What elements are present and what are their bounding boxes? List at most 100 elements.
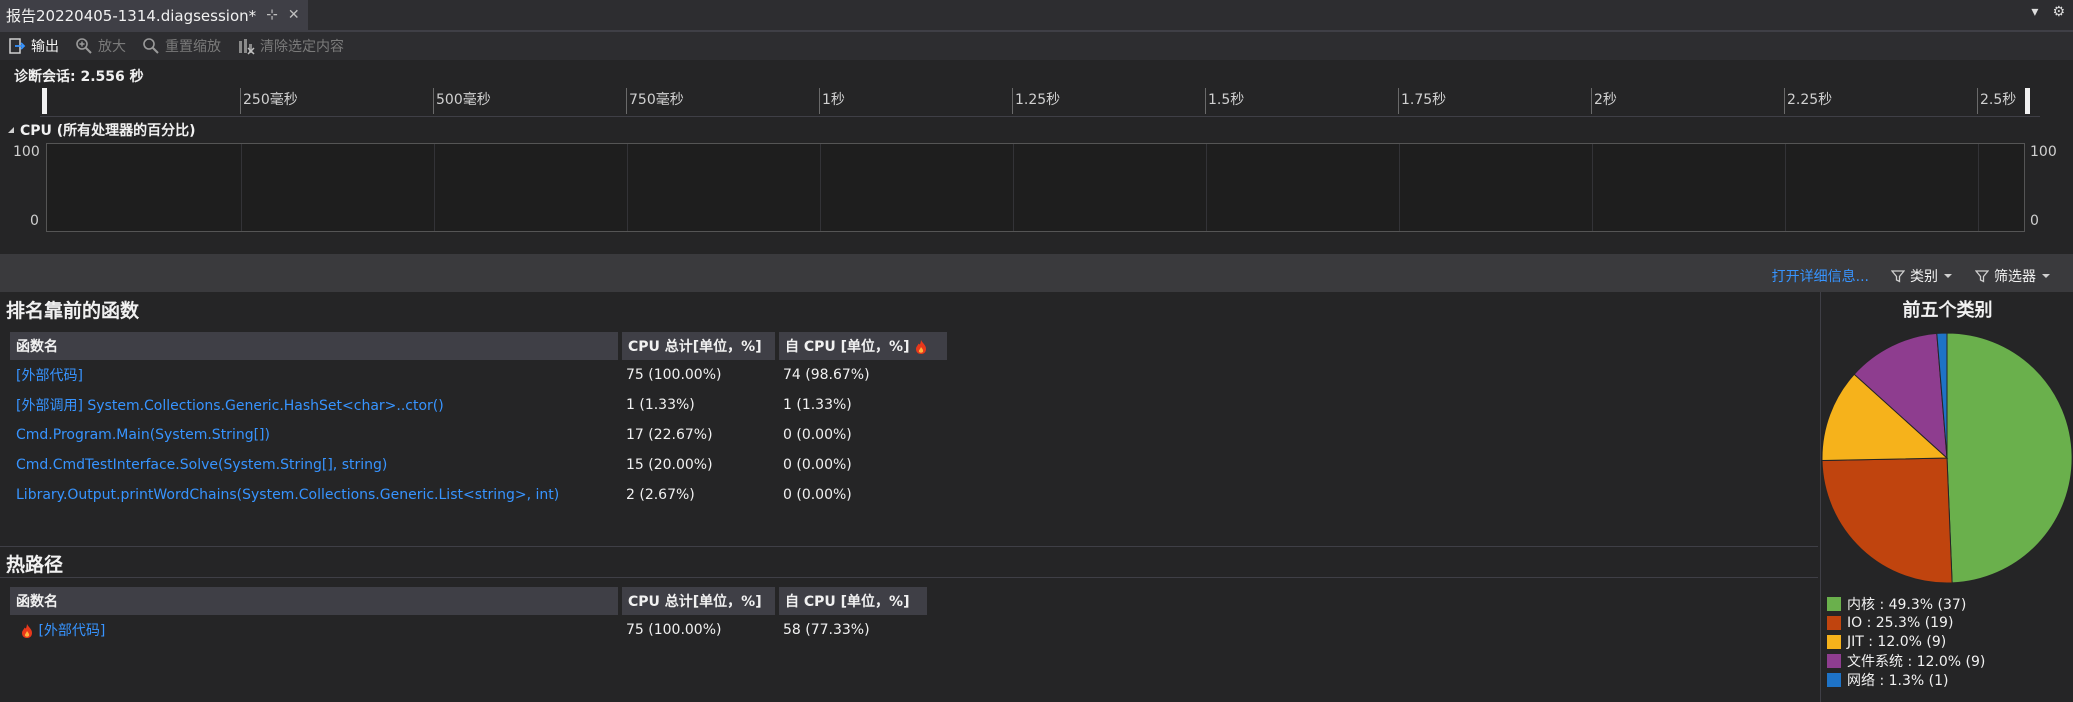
pin-icon[interactable]: ⊹ — [266, 7, 278, 23]
tab-dropdown-icon[interactable]: ▾ — [2031, 4, 2038, 20]
filter-dropdown-label: 筛选器 — [1994, 269, 2036, 285]
self-cpu-cell: 0 (0.00%) — [783, 427, 852, 443]
open-details-link[interactable]: 打开详细信息... — [1772, 266, 1869, 286]
function-name-link[interactable]: [外部调用] System.Collections.Generic.HashSe… — [10, 390, 620, 420]
timeline-start-handle[interactable] — [42, 88, 47, 114]
graph-gridline — [1013, 144, 1014, 231]
ruler-tick-label: 2秒 — [1594, 92, 1617, 108]
ruler-tick-label: 500毫秒 — [436, 92, 491, 108]
magnifier-reset-icon — [143, 38, 159, 54]
legend-swatch — [1827, 672, 1841, 687]
top-categories-title: 前五个类别 — [1902, 300, 1993, 321]
category-legend: 内核 : 49.3% (37) IO : 25.3% (19) JIT : 12… — [1827, 594, 1985, 689]
cpu-total-cell: 17 (22.67%) — [626, 427, 713, 443]
self-cpu-cell: 0 (0.00%) — [783, 487, 852, 503]
function-name-link[interactable]: Cmd.Program.Main(System.String[]) — [10, 420, 620, 450]
cpu-usage-graph[interactable] — [46, 143, 2025, 232]
funnel-icon — [1975, 270, 1989, 283]
reset-zoom-button[interactable]: 重置缩放 — [142, 36, 221, 56]
legend-label: JIT : 12.0% (9) — [1847, 633, 1947, 650]
ruler-tick-label: 2.5秒 — [1980, 92, 2017, 108]
cpu-section-header[interactable]: CPU (所有处理器的百分比) — [6, 120, 196, 140]
category-dropdown-label: 类别 — [1910, 269, 1938, 285]
graph-gridline — [241, 144, 242, 231]
self-cpu-cell: 58 (77.33%) — [783, 622, 870, 638]
column-header-cpu-total[interactable]: CPU 总计[单位，%] — [620, 587, 779, 615]
section-divider — [0, 577, 1818, 578]
timeline-ruler[interactable]: 250毫秒 500毫秒 750毫秒 1秒 1.25秒 1.5秒 1.75秒 2秒… — [40, 88, 2040, 117]
column-header-function-name[interactable]: 函数名 — [10, 332, 622, 360]
graph-gridline — [1592, 144, 1593, 231]
pie-slice-1[interactable] — [1821, 457, 1953, 584]
category-pie-chart[interactable] — [1821, 330, 2073, 586]
ruler-tick-label: 1秒 — [822, 92, 845, 108]
section-divider — [0, 546, 1818, 547]
report-actions: 打开详细信息... 类别 筛选器 — [1772, 266, 2051, 286]
tab-strip-controls: ▾ ⚙ — [2031, 4, 2065, 20]
funnel-icon — [1891, 270, 1905, 283]
cpu-total-cell: 15 (20.00%) — [626, 457, 713, 473]
cpu-y-max-right: 100 — [2030, 144, 2057, 160]
top-categories-panel: 前五个类别 内核 : 49.3% (37) IO : 25.3% (19) JI… — [1820, 292, 2073, 702]
column-header-self-cpu[interactable]: 自 CPU [单位，%] — [777, 587, 931, 615]
cpu-y-min-right: 0 — [2030, 213, 2039, 229]
hot-path-title: 热路径 — [6, 554, 64, 576]
output-button[interactable]: 输出 — [8, 36, 59, 56]
ruler-tick-label: 1.5秒 — [1208, 92, 1245, 108]
ruler-tick-label: 750毫秒 — [629, 92, 684, 108]
legend-item: 内核 : 49.3% (37) — [1827, 594, 1985, 613]
function-name-cell[interactable]: [外部代码] — [10, 615, 620, 645]
ruler-tick-label: 2.25秒 — [1787, 92, 1833, 108]
table-row[interactable]: [外部代码] 75 (100.00%) 74 (98.67%) — [10, 360, 949, 390]
column-header-function-name[interactable]: 函数名 — [10, 587, 622, 615]
table-row[interactable]: Library.Output.printWordChains(System.Co… — [10, 480, 949, 510]
function-name-link[interactable]: Library.Output.printWordChains(System.Co… — [10, 480, 620, 510]
column-header-self-cpu[interactable]: 自 CPU [单位，%] — [777, 332, 951, 360]
category-dropdown[interactable]: 类别 — [1891, 266, 1953, 286]
cpu-total-cell: 75 (100.00%) — [626, 622, 722, 638]
self-cpu-cell: 1 (1.33%) — [783, 397, 852, 413]
legend-label: 文件系统 : 12.0% (9) — [1847, 653, 1986, 670]
section-separator — [0, 254, 2073, 292]
table-row[interactable]: Cmd.Program.Main(System.String[]) 17 (22… — [10, 420, 949, 450]
legend-swatch — [1827, 653, 1841, 668]
filter-dropdown[interactable]: 筛选器 — [1975, 266, 2051, 286]
clear-selection-button[interactable]: 清除选定内容 — [237, 36, 344, 56]
cpu-total-cell: 2 (2.67%) — [626, 487, 695, 503]
close-icon[interactable]: ✕ — [288, 7, 300, 23]
graph-gridline — [627, 144, 628, 231]
settings-icon[interactable]: ⚙ — [2052, 4, 2065, 20]
graph-gridline — [1399, 144, 1400, 231]
graph-gridline — [434, 144, 435, 231]
legend-item: 网络 : 1.3% (1) — [1827, 670, 1985, 689]
document-tab[interactable]: 报告20220405-1314.diagsession* ⊹ ✕ — [0, 0, 308, 30]
cpu-section-title: CPU (所有处理器的百分比) — [20, 123, 196, 139]
document-tab-strip: 报告20220405-1314.diagsession* ⊹ ✕ ▾ ⚙ — [0, 0, 2073, 32]
table-row[interactable]: [外部代码] 75 (100.00%) 58 (77.33%) — [10, 615, 929, 645]
legend-label: 内核 : 49.3% (37) — [1847, 596, 1967, 613]
legend-label: 网络 : 1.3% (1) — [1847, 672, 1949, 689]
function-name-link[interactable]: [外部代码] — [38, 623, 105, 639]
timeline-end-handle[interactable] — [2025, 88, 2030, 114]
table-row[interactable]: Cmd.CmdTestInterface.Solve(System.String… — [10, 450, 949, 480]
document-tab-title: 报告20220405-1314.diagsession* — [6, 6, 257, 25]
self-cpu-header-label: 自 CPU [单位，%] — [785, 339, 910, 355]
legend-swatch — [1827, 596, 1841, 611]
diagnostic-session-duration: 诊断会话: 2.556 秒 — [14, 69, 144, 85]
toolbar: 输出 放大 重置缩放 清除选定内容 — [0, 32, 2073, 60]
cpu-total-cell: 1 (1.33%) — [626, 397, 695, 413]
self-cpu-cell: 0 (0.00%) — [783, 457, 852, 473]
function-name-link[interactable]: [外部代码] — [10, 360, 620, 390]
ruler-tick-label: 1.25秒 — [1015, 92, 1061, 108]
legend-label: IO : 25.3% (19) — [1847, 614, 1954, 631]
zoom-in-button[interactable]: 放大 — [75, 36, 126, 56]
ruler-tick-label: 1.75秒 — [1401, 92, 1447, 108]
output-button-label: 输出 — [31, 39, 59, 55]
legend-swatch — [1827, 634, 1841, 649]
clear-selection-icon — [239, 39, 255, 55]
function-name-link[interactable]: Cmd.CmdTestInterface.Solve(System.String… — [10, 450, 620, 480]
column-header-cpu-total[interactable]: CPU 总计[单位，%] — [620, 332, 779, 360]
pie-slice-0[interactable] — [1946, 332, 2073, 584]
cpu-y-min-left: 0 — [30, 213, 39, 229]
table-row[interactable]: [外部调用] System.Collections.Generic.HashSe… — [10, 390, 949, 420]
